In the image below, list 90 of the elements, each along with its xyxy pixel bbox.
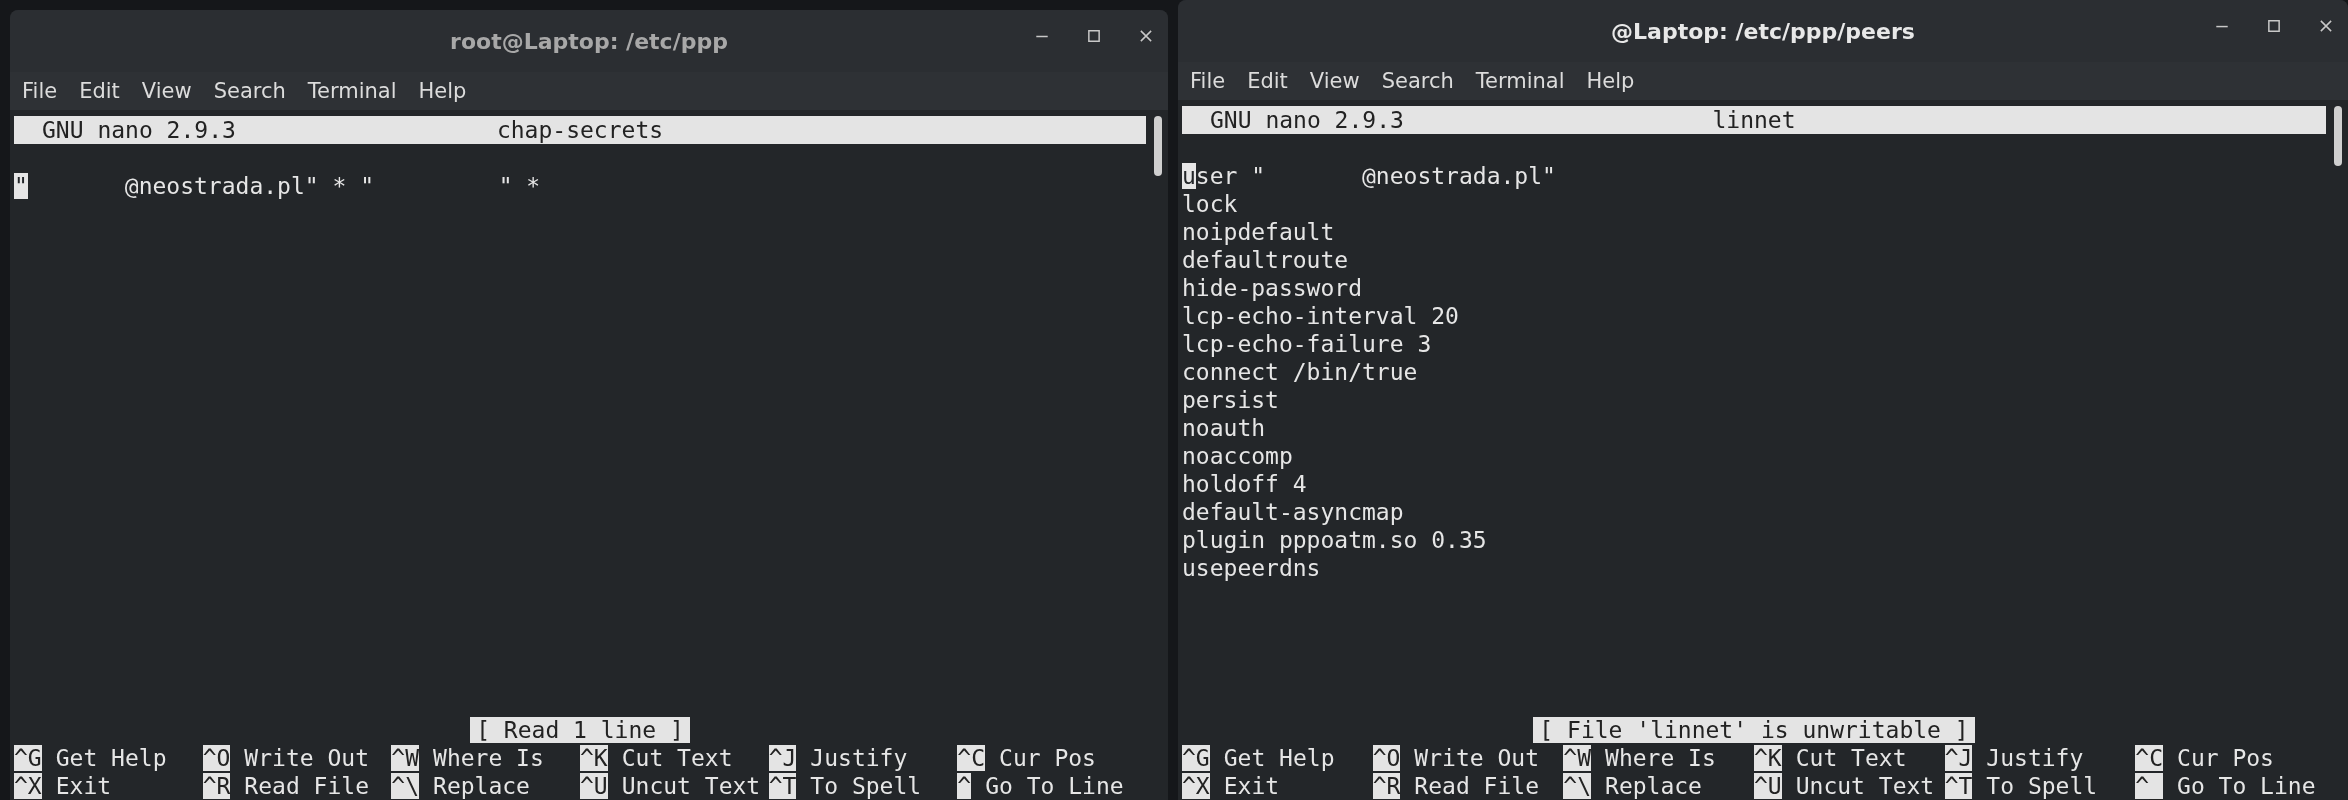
shortcut-label: Go To Line	[2177, 773, 2316, 799]
status-message: [ File 'linnet' is unwritable ]	[1533, 717, 1975, 743]
shortcut-label: Cut Text	[621, 745, 733, 771]
scrollbar-thumb[interactable]	[2334, 106, 2342, 166]
shortcut-key: ^C	[957, 745, 986, 771]
editor-version: GNU nano 2.9.3	[41, 116, 237, 144]
menu-item[interactable]: Terminal	[307, 79, 397, 103]
shortcut-label: Cur Pos	[999, 745, 1096, 771]
shortcut-label: Get Help	[1223, 745, 1335, 771]
code-line: default-asyncmap	[1182, 498, 1405, 526]
shortcut-key: ^C	[2135, 745, 2164, 771]
code-line: noaccomp	[1182, 442, 1294, 470]
file-name: linnet	[1712, 106, 1796, 134]
shortcut-label: Get Help	[55, 745, 167, 771]
shortcut-label: Replace	[1605, 773, 1702, 799]
menu-item[interactable]: Edit	[1247, 69, 1288, 93]
status-message: [ Read 1 line ]	[470, 717, 690, 743]
menu-item[interactable]: Terminal	[1475, 69, 1565, 93]
file-name: chap-secrets	[496, 116, 664, 144]
code-line: connect /bin/true	[1182, 358, 1419, 386]
shortcut-label: Go To Line	[985, 773, 1124, 799]
menu-item[interactable]: Help	[1586, 69, 1635, 93]
shortcut-key: ^G	[1182, 745, 1210, 771]
shortcut-key: ^O	[1372, 745, 1401, 771]
menu-item[interactable]: File	[1190, 69, 1226, 93]
code-line: " @neostrada.pl" * " " *	[14, 172, 542, 200]
menu-item[interactable]: View	[1309, 69, 1360, 93]
shortcut-key: ^U	[1754, 773, 1782, 799]
shortcut-label: Cur Pos	[2177, 745, 2274, 771]
code-line: noipdefault	[1182, 218, 1336, 246]
shortcut-key: ^X	[1182, 773, 1210, 799]
shortcut-key: ^J	[768, 745, 797, 771]
menu-item[interactable]: Edit	[79, 79, 120, 103]
shortcut-key: ^G	[14, 745, 42, 771]
shortcut-key: ^J	[1944, 745, 1973, 771]
code-line: persist	[1182, 386, 1280, 414]
shortcut-key: ^X	[14, 773, 42, 799]
shortcut-label: To Spell	[810, 773, 922, 799]
shortcut-label: Uncut Text	[1795, 773, 1935, 799]
shortcut-key: ^K	[580, 745, 608, 771]
shortcut-label: Exit	[55, 773, 112, 799]
maximize-icon[interactable]	[1086, 28, 1102, 44]
shortcut-key: ^T	[768, 773, 797, 799]
menu-item[interactable]: Search	[1381, 69, 1454, 93]
shortcut-label: Read File	[244, 773, 369, 799]
shortcut-label: Cut Text	[1795, 745, 1907, 771]
shortcut-label: Justify	[1986, 745, 2084, 771]
shortcut-key: ^O	[202, 745, 231, 771]
code-line: hide-password	[1182, 274, 1363, 302]
shortcut-key: ^W	[391, 745, 420, 771]
window-title: root@Laptop: /etc/ppp	[450, 28, 728, 54]
shortcut-label: Write Out	[244, 745, 369, 771]
menu-item[interactable]: File	[22, 79, 58, 103]
editor-version: GNU nano 2.9.3	[1209, 106, 1405, 134]
shortcut-key: ^U	[580, 773, 608, 799]
code-line: lcp-echo-interval 20	[1182, 302, 1460, 330]
shortcut-label: Write Out	[1414, 745, 1539, 771]
code-line: noauth	[1182, 414, 1267, 442]
code-line: lock	[1182, 190, 1239, 218]
code-line: user " @neostrada.pl"	[1182, 162, 1557, 190]
shortcut-key: ^T	[1944, 773, 1973, 799]
code-line: lcp-echo-failure 3	[1182, 330, 1433, 358]
maximize-icon[interactable]	[2266, 18, 2282, 34]
menu-item[interactable]: View	[141, 79, 192, 103]
shortcut-label: Where Is	[1605, 745, 1716, 771]
shortcut-key: ^	[957, 773, 972, 799]
menu-item[interactable]: Help	[418, 79, 467, 103]
code-line: usepeerdns	[1182, 554, 1322, 582]
shortcut-key: ^R	[1372, 773, 1401, 799]
shortcut-key: ^K	[1754, 745, 1782, 771]
shortcut-key: ^\	[1563, 773, 1592, 799]
shortcut-label: Uncut Text	[621, 773, 761, 799]
scrollbar-thumb[interactable]	[1154, 116, 1162, 176]
shortcut-key: ^_	[2135, 773, 2164, 799]
shortcut-key: ^R	[202, 773, 231, 799]
shortcut-label: Where Is	[433, 745, 544, 771]
code-line: holdoff 4	[1182, 470, 1308, 498]
shortcut-label: Justify	[810, 745, 908, 771]
close-icon[interactable]	[2318, 18, 2334, 34]
shortcut-label: Exit	[1223, 773, 1280, 799]
shortcut-key: ^W	[1563, 745, 1592, 771]
shortcut-label: Read File	[1414, 773, 1539, 799]
shortcut-label: Replace	[433, 773, 530, 799]
shortcut-key: ^\	[391, 773, 420, 799]
code-line: plugin pppoatm.so 0.35	[1182, 526, 1488, 554]
close-icon[interactable]	[1138, 28, 1154, 44]
menu-item[interactable]: Search	[213, 79, 286, 103]
code-line: defaultroute	[1182, 246, 1350, 274]
shortcut-label: To Spell	[1986, 773, 2098, 799]
window-title: @Laptop: /etc/ppp/peers	[1611, 18, 1915, 44]
